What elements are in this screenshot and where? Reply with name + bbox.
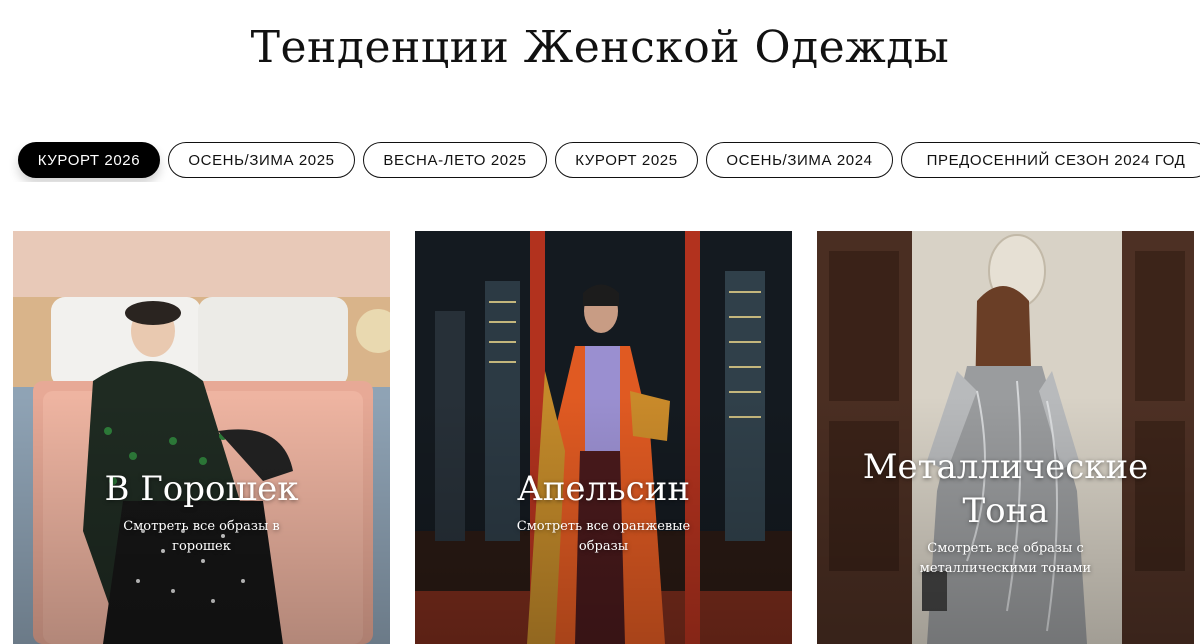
card-subtitle: Смотреть все оранжевые образы <box>516 519 691 554</box>
card-title: Металлические Тона <box>862 447 1149 531</box>
tab-fall-winter-2024[interactable]: ОСЕНЬ/ЗИМА 2024 <box>706 142 893 178</box>
trend-card-orange[interactable]: Апельсин Смотреть все оранжевые образы <box>415 231 792 644</box>
tab-spring-summer-2025[interactable]: ВЕСНА-ЛЕТО 2025 <box>363 142 547 178</box>
tab-resort-2025[interactable]: КУРОРТ 2025 <box>555 142 698 178</box>
trend-card-metallic[interactable]: Металлические Тона Смотреть все образы с… <box>817 231 1194 644</box>
tab-pre-fall-2024[interactable]: ПРЕДОСЕННИЙ СЕЗОН 2024 ГОД <box>901 142 1200 178</box>
card-subtitle: Смотреть все образы с металлическими тон… <box>919 541 1092 576</box>
tab-resort-2026[interactable]: КУРОРТ 2026 <box>18 142 160 178</box>
trend-card-polka-dot[interactable]: В Горошек Смотреть все образы в горошек <box>13 231 390 644</box>
page-title: Тенденции Женской Одежды <box>250 22 950 73</box>
card-title: Апельсин <box>516 469 690 509</box>
tab-fall-winter-2025[interactable]: ОСЕНЬ/ЗИМА 2025 <box>168 142 355 178</box>
card-title: В Горошек <box>104 469 299 509</box>
card-subtitle: Смотреть все образы в горошек <box>123 519 280 554</box>
season-tabs: КУРОРТ 2026 ОСЕНЬ/ЗИМА 2025 ВЕСНА-ЛЕТО 2… <box>0 142 1200 182</box>
